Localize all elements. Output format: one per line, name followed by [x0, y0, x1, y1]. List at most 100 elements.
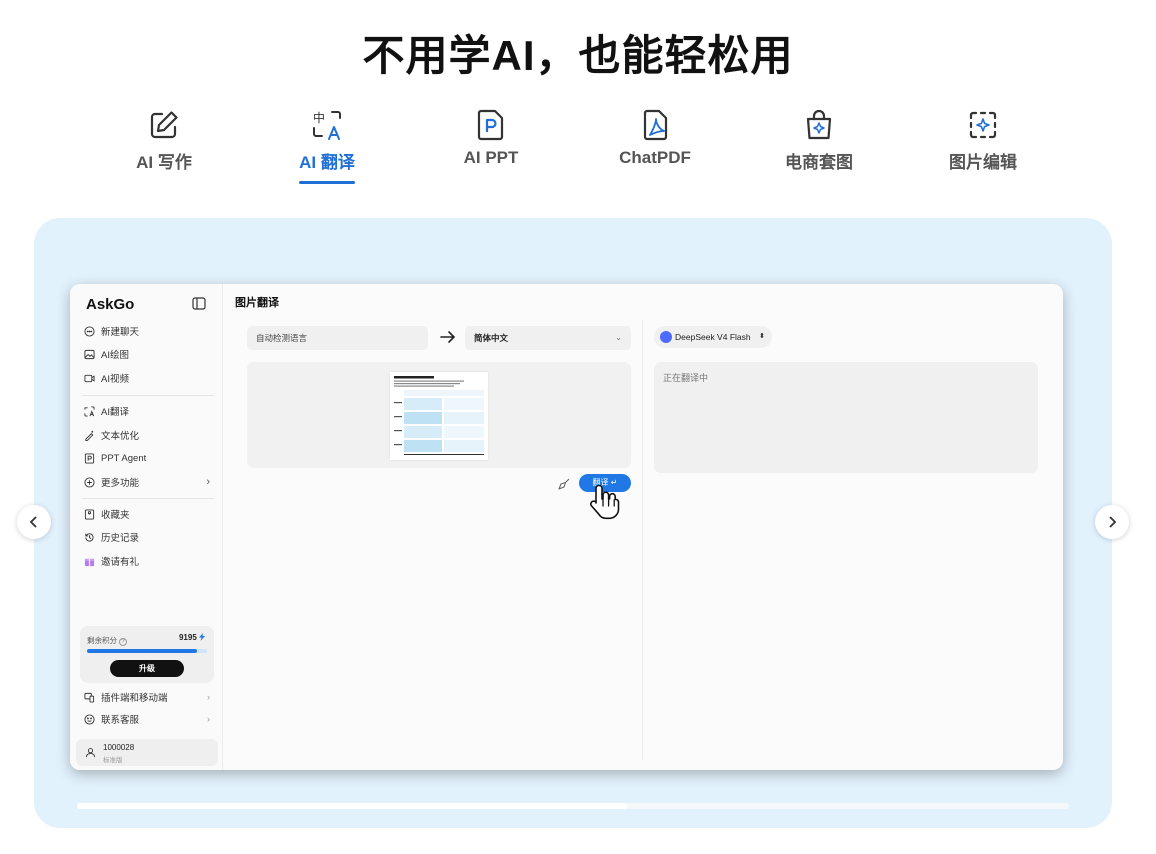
sidebar-item-label: AI视频 — [101, 374, 129, 385]
translate-icon: 中 — [313, 110, 341, 140]
plus-circle-icon — [84, 476, 95, 488]
source-language-select[interactable]: 自动检测语言 — [247, 326, 428, 350]
sidebar-item-label: AI翻译 — [101, 407, 129, 418]
tab-ai-ppt[interactable]: AI PPT — [431, 108, 551, 168]
user-id: 1000028 — [103, 743, 135, 752]
sidebar-item-support[interactable]: 联系客服 › — [84, 710, 214, 728]
help-icon[interactable]: ? — [119, 638, 127, 646]
tab-label: AI PPT — [463, 148, 519, 167]
carousel-scrollbar-thumb[interactable] — [77, 803, 627, 809]
headline: 不用学AI，也能轻松用 — [362, 32, 794, 79]
active-tab-underline — [299, 181, 355, 184]
chat-icon — [84, 325, 95, 337]
sidebar-item-label: 联系客服 — [101, 715, 140, 726]
feature-tabs: AI 写作 中 AI 翻译 AI PPT ChatPDF 电商套图 图片编辑 — [80, 108, 1070, 188]
sidebar-item-favorites[interactable]: 收藏夹 — [84, 505, 214, 523]
sidebar-item-ai-translate[interactable]: AI翻译 — [84, 402, 214, 420]
translation-status: 正在翻译中 — [663, 373, 709, 383]
translation-output: 正在翻译中 — [654, 362, 1038, 473]
translate-icon — [84, 405, 95, 417]
updown-chevron-icon: ⬍ — [759, 333, 765, 340]
sidebar-item-history[interactable]: 历史记录 — [84, 528, 214, 546]
sidebar-item-plugins[interactable]: 插件端和移动端 › — [84, 688, 214, 706]
sidebar-item-more-features[interactable]: 更多功能 › — [84, 473, 214, 491]
sidebar: AskGo 新建聊天 AI绘图 AI视频 AI翻译 文本优化 PPT Agent… — [70, 284, 223, 770]
upgrade-button[interactable]: 升级 — [110, 660, 184, 677]
sidebar-item-label: 历史记录 — [101, 533, 140, 544]
svg-text:中: 中 — [313, 110, 325, 125]
credits-panel: 剩余积分? 9195 升级 — [80, 626, 214, 683]
ppt-file-icon — [477, 109, 504, 141]
ppt-icon — [84, 452, 95, 464]
tab-ai-writing[interactable]: AI 写作 — [104, 108, 224, 173]
tab-image-edit[interactable]: 图片编辑 — [923, 108, 1043, 173]
sidebar-divider — [82, 498, 214, 499]
sidebar-item-ai-video[interactable]: AI视频 — [84, 369, 214, 387]
tab-ecommerce-images[interactable]: 电商套图 — [759, 108, 879, 173]
credits-label-row: 剩余积分? — [87, 635, 127, 646]
tab-label: AI 翻译 — [299, 153, 355, 172]
brand-logo: AskGo — [86, 296, 135, 313]
sidebar-item-text-optimize[interactable]: 文本优化 — [84, 426, 214, 444]
model-name: DeepSeek V4 Flash — [675, 332, 751, 342]
broom-icon[interactable] — [557, 477, 571, 491]
page-title: 图片翻译 — [235, 297, 279, 309]
shopping-bag-icon — [806, 109, 832, 140]
sidebar-item-new-chat[interactable]: 新建聊天 — [84, 322, 214, 340]
support-icon — [84, 713, 95, 725]
credits-value-row: 9195 — [179, 633, 205, 642]
magic-pen-icon — [85, 430, 94, 441]
chevron-right-icon: › — [207, 692, 210, 702]
sidebar-item-label: 插件端和移动端 — [101, 693, 168, 704]
chevron-down-icon: ⌄ — [615, 333, 622, 342]
image-icon — [84, 349, 95, 359]
tab-chatpdf[interactable]: ChatPDF — [595, 108, 715, 168]
chevron-right-icon — [1109, 516, 1117, 528]
sidebar-item-label: 新建聊天 — [101, 327, 140, 338]
user-icon — [85, 748, 96, 758]
credits-value: 9195 — [178, 633, 197, 642]
devices-icon — [84, 692, 95, 703]
page: 不用学AI，也能轻松用 AI 写作 中 AI 翻译 AI PPT ChatPDF… — [0, 0, 1156, 854]
sidebar-item-label: AI绘图 — [101, 350, 129, 361]
sidebar-item-label: 更多功能 — [101, 478, 140, 489]
next-slide-button[interactable] — [1095, 505, 1129, 539]
lightning-icon — [199, 633, 205, 641]
chevron-right-icon: › — [207, 714, 210, 724]
sidebar-item-label: PPT Agent — [101, 452, 147, 464]
tab-label: AI 写作 — [136, 153, 192, 172]
target-language-value: 简体中文 — [474, 333, 509, 343]
image-upload-area[interactable] — [247, 362, 631, 468]
model-select[interactable]: DeepSeek V4 Flash ⬍ — [654, 326, 772, 348]
app-window: AskGo 新建聊天 AI绘图 AI视频 AI翻译 文本优化 PPT Agent… — [70, 284, 1063, 770]
tab-label: 图片编辑 — [949, 153, 1017, 172]
sidebar-item-ai-drawing[interactable]: AI绘图 — [84, 345, 214, 363]
chevron-left-icon — [29, 516, 37, 528]
sidebar-item-label: 文本优化 — [101, 431, 140, 442]
sidebar-item-label: 收藏夹 — [101, 510, 130, 521]
uploaded-image-thumbnail — [390, 372, 488, 460]
user-tier: 标准版 — [103, 757, 123, 764]
sidebar-item-ppt-agent[interactable]: PPT Agent — [84, 449, 214, 467]
history-icon — [85, 532, 94, 542]
video-icon — [84, 374, 95, 382]
deepseek-logo-icon — [660, 331, 672, 343]
carousel-scrollbar[interactable] — [77, 803, 1069, 809]
sidebar-item-invite[interactable]: 邀请有礼 — [84, 552, 214, 570]
arrow-right-icon — [440, 331, 456, 343]
credits-progress-fill — [87, 649, 198, 653]
chevron-right-icon: › — [206, 476, 210, 488]
image-edit-icon — [969, 111, 997, 139]
sidebar-item-label: 邀请有礼 — [101, 557, 140, 568]
tab-ai-translate[interactable]: 中 AI 翻译 — [267, 108, 387, 184]
prev-slide-button[interactable] — [17, 505, 51, 539]
target-language-select[interactable]: 简体中文 ⌄ — [465, 326, 631, 350]
gift-icon — [84, 558, 95, 566]
pencil-square-icon — [150, 111, 178, 139]
user-card[interactable]: 1000028 标准版 — [76, 739, 218, 766]
sidebar-toggle-icon[interactable] — [192, 297, 206, 310]
credits-progress-bar — [87, 649, 207, 653]
panel-divider — [642, 320, 643, 760]
tab-label: 电商套图 — [785, 153, 853, 172]
tab-label: ChatPDF — [619, 148, 691, 167]
